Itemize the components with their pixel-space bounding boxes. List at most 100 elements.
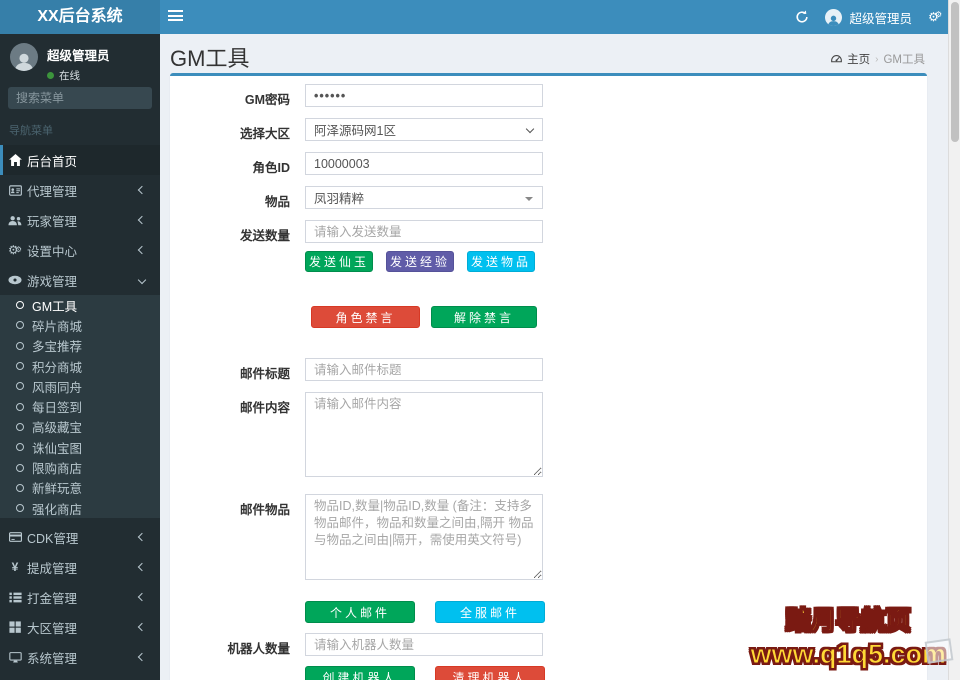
chevron-left-icon [137, 653, 147, 662]
mail-items-textarea[interactable] [305, 494, 543, 580]
personal-mail-button[interactable]: 个人邮件 [305, 601, 415, 623]
online-status: 在线 [59, 70, 80, 82]
sidebar-item-agents[interactable]: 代理管理 [0, 175, 160, 205]
circle-icon [16, 504, 24, 513]
submenu-item-points-mall[interactable]: 积分商城 [0, 356, 160, 376]
users-icon [8, 215, 22, 226]
circle-icon [16, 341, 24, 350]
create-robot-button[interactable]: 创建机器人 [305, 666, 415, 680]
robot-count-input[interactable] [305, 633, 543, 656]
sidebar-item-label: 代理管理 [27, 184, 78, 199]
sidebar-item-label: 玩家管理 [27, 214, 78, 229]
circle-icon [16, 301, 24, 310]
mail-title-input[interactable] [305, 358, 543, 381]
circle-icon [16, 483, 24, 492]
chevron-left-icon [137, 593, 147, 602]
sidebar: 超级管理员 在线 导航菜单 后台首页 代理管理 玩家管理 [0, 34, 191, 680]
send-count-input[interactable] [305, 220, 543, 243]
sidebar-item-commission[interactable]: ¥ 提成管理 [0, 552, 160, 582]
submenu-item-daily-signin[interactable]: 每日签到 [0, 396, 160, 416]
mute-role-button[interactable]: 角色禁言 [311, 306, 420, 328]
page-title: GM工具 [170, 46, 250, 71]
sidebar-item-system[interactable]: 系统管理 [0, 642, 160, 672]
submenu-item-limited-shop[interactable]: 限购商店 [0, 457, 160, 477]
sidebar-item-players[interactable]: 玩家管理 [0, 205, 160, 235]
circle-icon [16, 463, 24, 472]
chevron-left-icon [137, 245, 147, 255]
submenu-item-fresh[interactable]: 新鲜玩意 [0, 478, 160, 498]
sidebar-item-cdk[interactable]: CDK管理 [0, 522, 160, 552]
chevron-left-icon [137, 623, 147, 632]
user-menu[interactable]: 超级管理员 [824, 8, 912, 27]
mail-title-label: 邮件标题 [239, 367, 290, 381]
sidebar-item-settings[interactable]: ⚙ ⚙ 设置中心 [0, 235, 160, 265]
breadcrumb: 主页 › GM工具 [831, 51, 925, 67]
grid-icon [8, 621, 22, 634]
search-input[interactable] [8, 91, 179, 105]
settings-gears-icon[interactable]: ⚙⚙ [928, 11, 942, 24]
submenu-item-duobao[interactable]: 多宝推荐 [0, 336, 160, 356]
sidebar-item-label: 系统管理 [27, 651, 78, 666]
eye-icon [8, 275, 22, 285]
sidebar-search [8, 87, 191, 109]
circle-icon [16, 382, 24, 391]
gm-password-label: GM密码 [244, 93, 290, 107]
region-select[interactable]: 阿泽源码网1区 [305, 118, 543, 141]
sidebar-item-gold[interactable]: 打金管理 [0, 582, 160, 612]
breadcrumb-home[interactable]: 主页 [847, 51, 870, 67]
refresh-icon[interactable] [795, 10, 809, 24]
breadcrumb-current: GM工具 [883, 54, 925, 66]
avatar [824, 8, 842, 26]
chevron-down-icon [137, 275, 147, 285]
submenu-item-zhuxian-map[interactable]: 诛仙宝图 [0, 437, 160, 457]
main-content: GM工具 主页 › GM工具 GM密码 选择大区 阿泽源码网1区 [160, 34, 948, 680]
chevron-down-icon [525, 124, 535, 134]
chevron-left-icon [137, 185, 147, 195]
submenu-item-fengyu[interactable]: 风雨同舟 [0, 376, 160, 396]
submenu-item-enhance-shop[interactable]: 强化商店 [0, 498, 160, 518]
role-id-label: 角色ID [252, 161, 290, 175]
sidebar-item-label: 提成管理 [27, 561, 78, 576]
online-dot [47, 72, 54, 79]
clear-robot-button[interactable]: 清理机器人 [435, 666, 545, 680]
sidebar-item-label: 打金管理 [27, 591, 78, 606]
sidebar-item-label: 大区管理 [27, 621, 78, 636]
submenu-item-treasure[interactable]: 高级藏宝 [0, 417, 160, 437]
send-xianyu-button[interactable]: 发送仙玉 [305, 251, 373, 272]
sidebar-item-label: 设置中心 [27, 244, 78, 259]
sidebar-item-region[interactable]: 大区管理 [0, 612, 160, 642]
gm-password-input[interactable] [305, 84, 543, 107]
send-item-button[interactable]: 发送物品 [467, 251, 535, 272]
breadcrumb-separator: › [875, 53, 879, 65]
sidebar-toggle-icon[interactable] [168, 10, 183, 23]
cogs-icon: ⚙ ⚙ [8, 243, 22, 257]
mail-content-label: 邮件内容 [239, 401, 290, 415]
send-count-label: 发送数量 [239, 229, 290, 243]
sidebar-item-label: 后台首页 [27, 154, 78, 169]
sidebar-user-name: 超级管理员 [47, 49, 110, 63]
role-id-input[interactable] [305, 152, 543, 175]
yen-icon: ¥ [11, 560, 19, 575]
submenu-item-fragment-mall[interactable]: 碎片商城 [0, 315, 160, 335]
mail-content-textarea[interactable] [305, 392, 543, 477]
id-card-icon [8, 184, 22, 196]
sidebar-item-label: CDK管理 [27, 531, 79, 546]
all-server-mail-button[interactable]: 全服邮件 [435, 601, 545, 623]
user-panel: 超级管理员 在线 [10, 43, 110, 83]
robot-count-label: 机器人数量 [227, 642, 290, 656]
game-submenu: GM工具 碎片商城 多宝推荐 积分商城 风雨同舟 每日签到 高级藏宝 诛仙宝图 … [0, 295, 160, 519]
sidebar-item-home[interactable]: 后台首页 [0, 145, 160, 175]
unmute-role-button[interactable]: 解除禁言 [431, 306, 537, 328]
chevron-left-icon [137, 563, 147, 572]
circle-icon [16, 443, 24, 452]
scrollbar-thumb[interactable] [950, 2, 959, 142]
submenu-item-gm-tool[interactable]: GM工具 [0, 295, 160, 315]
item-select[interactable]: 凤羽精粹 [305, 186, 543, 209]
page-scrollbar[interactable] [948, 0, 960, 680]
app-logo[interactable]: XX后台系统 [0, 0, 160, 34]
mail-items-label: 邮件物品 [239, 503, 290, 517]
desktop-icon [8, 651, 22, 663]
dashboard-icon [831, 54, 842, 64]
sidebar-item-game[interactable]: 游戏管理 [0, 265, 160, 295]
send-exp-button[interactable]: 发送经验 [386, 251, 454, 272]
